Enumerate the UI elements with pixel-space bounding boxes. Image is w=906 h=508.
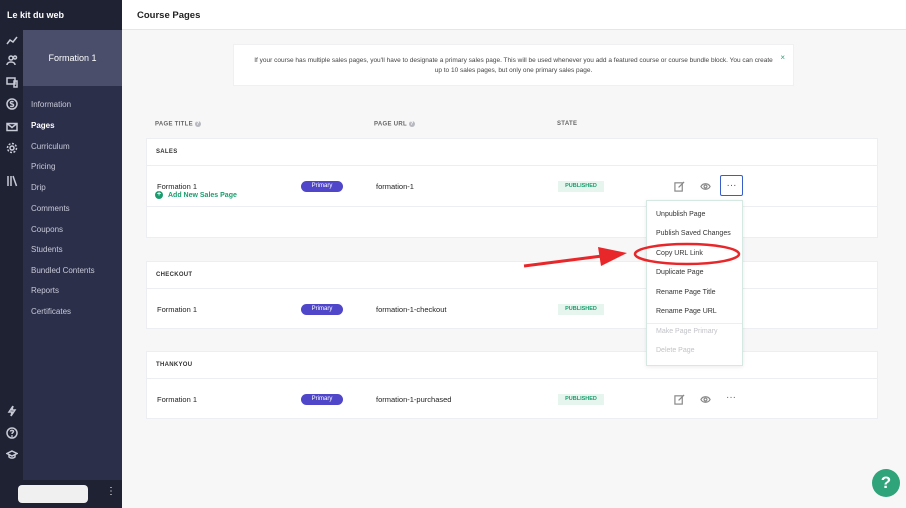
sidebar-item-comments[interactable]: Comments — [31, 204, 70, 213]
info-banner: If your course has multiple sales pages,… — [233, 44, 794, 86]
section-sales: SALES Formation 1 Primary formation-1 PU… — [146, 138, 878, 238]
help-icon[interactable]: ? — [408, 121, 415, 127]
column-header-state: STATE — [557, 121, 578, 127]
section-thankyou: THANKYOU Formation 1 Primary formation-1… — [146, 351, 878, 419]
chart-icon[interactable] — [4, 33, 19, 48]
divider — [147, 378, 877, 379]
library-icon[interactable] — [4, 173, 19, 188]
column-header-title: PAGE TITLE? — [155, 121, 201, 128]
divider — [147, 165, 877, 166]
menu-item-publish-saved[interactable]: Publish Saved Changes — [656, 230, 731, 237]
mail-icon[interactable] — [4, 119, 19, 134]
eye-icon[interactable] — [698, 179, 712, 193]
sidebar-item-information[interactable]: Information — [31, 100, 71, 109]
section-label: THANKYOU — [156, 362, 193, 368]
sidebar-item-drip[interactable]: Drip — [31, 183, 46, 192]
status-badge: PUBLISHED — [558, 181, 604, 192]
sidebar-item-pages[interactable]: Pages — [31, 121, 55, 130]
course-title[interactable]: Formation 1 — [23, 30, 122, 86]
page-url-cell[interactable]: formation-1-checkout — [376, 305, 446, 314]
add-new-sales-page-button[interactable]: + Add New Sales Page — [155, 191, 237, 199]
status-badge: PUBLISHED — [558, 394, 604, 405]
menu-item-delete: Delete Page — [656, 347, 695, 354]
page-title-cell[interactable]: Formation 1 — [157, 305, 197, 314]
primary-badge: Primary — [301, 304, 343, 315]
column-header-url-label: PAGE URL — [374, 121, 407, 128]
menu-item-duplicate[interactable]: Duplicate Page — [656, 269, 703, 276]
page-title-cell[interactable]: Formation 1 — [157, 182, 197, 191]
more-icon[interactable]: ··· — [726, 392, 736, 403]
sidebar-item-coupons[interactable]: Coupons — [31, 225, 63, 234]
course-sidebar: Formation 1 Information Pages Curriculum… — [18, 30, 122, 508]
section-checkout: CHECKOUT Formation 1 Primary formation-1… — [146, 261, 878, 329]
menu-item-make-primary: Make Page Primary — [656, 328, 718, 335]
devices-icon[interactable] — [4, 74, 19, 89]
sidebar-item-certificates[interactable]: Certificates — [31, 307, 71, 316]
users-icon[interactable] — [4, 52, 19, 67]
graduation-cap-icon[interactable] — [4, 447, 19, 462]
column-header-title-label: PAGE TITLE — [155, 121, 193, 128]
add-link-label: Add New Sales Page — [168, 191, 237, 199]
status-badge: PUBLISHED — [558, 304, 604, 315]
menu-item-unpublish[interactable]: Unpublish Page — [656, 211, 705, 218]
brand-title: Le kit du web — [0, 0, 122, 30]
page-header: Course Pages — [122, 0, 906, 30]
sidebar-item-pricing[interactable]: Pricing — [31, 162, 55, 171]
gear-icon[interactable] — [4, 140, 19, 155]
eye-icon[interactable] — [698, 392, 712, 406]
help-icon[interactable]: ? — [194, 121, 201, 127]
sidebar-item-reports[interactable]: Reports — [31, 286, 59, 295]
menu-item-rename-title[interactable]: Rename Page Title — [656, 289, 716, 296]
page-url-cell[interactable]: formation-1-purchased — [376, 395, 451, 404]
column-header-url: PAGE URL? — [374, 121, 415, 128]
banner-text: If your course has multiple sales pages,… — [254, 57, 773, 74]
help-button[interactable]: ? — [872, 469, 900, 497]
edit-icon[interactable] — [672, 392, 686, 406]
divider — [147, 206, 877, 207]
icon-rail — [0, 30, 23, 508]
primary-badge: Primary — [301, 394, 343, 405]
help-circle-icon[interactable] — [4, 425, 19, 440]
section-label: SALES — [156, 149, 178, 155]
avatar[interactable] — [18, 485, 88, 503]
page-title: Course Pages — [137, 10, 201, 21]
section-label: CHECKOUT — [156, 272, 193, 278]
sidebar-item-bundled-contents[interactable]: Bundled Contents — [31, 266, 95, 275]
page-title-cell[interactable]: Formation 1 — [157, 395, 197, 404]
close-icon[interactable]: × — [780, 53, 785, 63]
divider — [147, 288, 877, 289]
page-url-cell[interactable]: formation-1 — [376, 182, 414, 191]
sidebar-item-curriculum[interactable]: Curriculum — [31, 142, 70, 151]
edit-icon[interactable] — [672, 179, 686, 193]
user-menu-icon[interactable]: ⋮ — [106, 486, 116, 497]
primary-badge: Primary — [301, 181, 343, 192]
divider — [647, 323, 742, 324]
more-icon[interactable]: ··· — [720, 175, 743, 196]
bolt-icon[interactable] — [4, 403, 19, 418]
menu-item-rename-url[interactable]: Rename Page URL — [656, 308, 717, 315]
menu-item-copy-url[interactable]: Copy URL Link — [656, 250, 703, 257]
user-footer: ⋮ — [18, 480, 122, 508]
page-actions-menu: Unpublish Page Publish Saved Changes Cop… — [646, 200, 743, 366]
sidebar-item-students[interactable]: Students — [31, 245, 63, 254]
dollar-icon[interactable] — [4, 96, 19, 111]
plus-icon: + — [155, 191, 163, 199]
